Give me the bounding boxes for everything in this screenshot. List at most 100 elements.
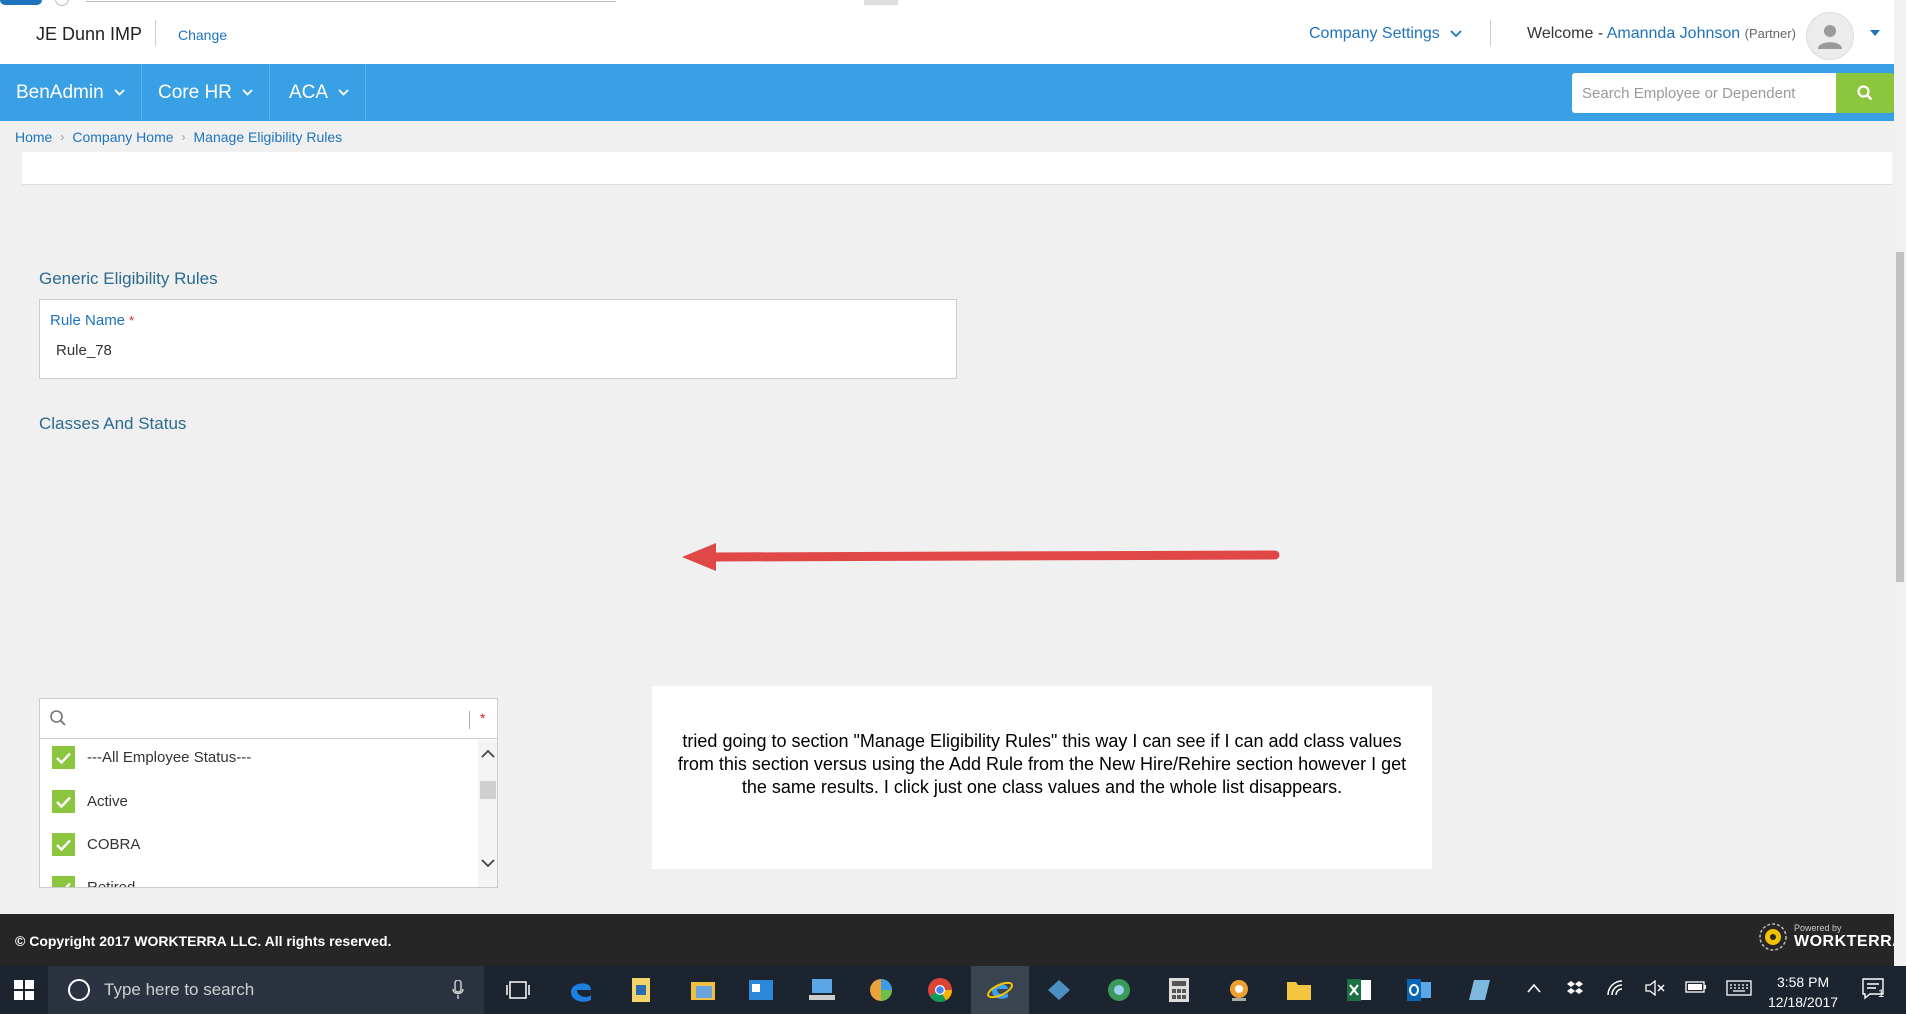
taskbar-clock[interactable]: 3:58 PM 12/18/2017 <box>1768 972 1838 1012</box>
chevron-up-icon[interactable] <box>481 749 495 758</box>
breadcrumb-manage-eligibility-rules[interactable]: Manage Eligibility Rules <box>194 129 343 145</box>
chrome-icon[interactable] <box>924 974 956 1006</box>
chevron-down-icon <box>114 89 125 96</box>
chevron-right-icon: › <box>181 130 186 144</box>
brand-name: WORKTERRA <box>1794 933 1905 950</box>
outlook-icon[interactable] <box>1403 974 1435 1006</box>
clock-time: 3:58 PM <box>1776 974 1830 990</box>
nav-item-core-hr[interactable]: Core HR <box>142 64 270 121</box>
search-button[interactable] <box>1836 73 1894 113</box>
powered-by: Powered by WORKTERRA <box>1758 922 1904 952</box>
browser-tab-edge <box>0 0 42 5</box>
company-settings-menu[interactable]: Company Settings <box>1309 25 1462 43</box>
footer: © Copyright 2017 WORKTERRA LLC. All righ… <box>0 914 1906 966</box>
taskbar-search-placeholder: Type here to search <box>104 980 255 999</box>
taskbar-search[interactable]: Type here to search <box>48 966 484 1014</box>
company-name: JE Dunn IMP <box>36 24 143 44</box>
search-icon <box>1857 85 1873 101</box>
rule-name-box: Rule Name * Rule_78 <box>39 299 957 379</box>
checkbox-checked[interactable] <box>52 746 75 769</box>
nav-item-label: ACA <box>289 81 329 103</box>
list-item-label: Active <box>87 793 128 810</box>
top-panel <box>22 152 1892 185</box>
check-icon <box>57 882 71 887</box>
notification-count: 1 <box>1878 988 1885 1000</box>
clock-date: 12/18/2017 <box>1768 994 1839 1010</box>
list-item[interactable]: COBRA <box>52 833 140 856</box>
avatar[interactable] <box>1806 12 1854 60</box>
rule-name-label-text: Rule Name <box>50 312 126 329</box>
search-icon <box>50 710 66 726</box>
list-item[interactable]: Active <box>52 790 128 813</box>
nav-item-label: Core HR <box>158 81 232 103</box>
annotation-arrow <box>682 543 1280 571</box>
status-search[interactable]: * <box>40 699 497 739</box>
notifications-icon[interactable]: 1 <box>1862 978 1886 1003</box>
keyboard-icon[interactable] <box>1726 980 1752 999</box>
battery-icon[interactable] <box>1685 980 1707 997</box>
check-icon <box>56 752 71 764</box>
media-app-icon[interactable] <box>1223 974 1255 1006</box>
excel-icon[interactable] <box>1343 974 1375 1006</box>
internet-explorer-icon[interactable] <box>984 974 1016 1006</box>
top-header: JE Dunn IMP Change Company Settings Welc… <box>0 0 1906 64</box>
chevron-down-icon <box>1450 30 1462 38</box>
page-scrollbar[interactable] <box>1894 0 1906 966</box>
volume-muted-icon[interactable] <box>1645 979 1665 999</box>
browser-address-strip <box>86 0 616 2</box>
rule-name-input[interactable]: Rule_78 <box>56 342 112 359</box>
folder-icon[interactable] <box>1283 974 1315 1006</box>
nav-item-aca[interactable]: ACA <box>273 64 367 121</box>
network-app-icon[interactable] <box>1103 974 1135 1006</box>
contacts-icon[interactable] <box>745 974 777 1006</box>
page-scroll-thumb[interactable] <box>1896 252 1904 582</box>
list-item-label: ---All Employee Status--- <box>87 749 252 766</box>
list-item[interactable]: ---All Employee Status--- <box>52 746 251 769</box>
workterra-logo-icon <box>1759 923 1787 951</box>
copyright-text: © Copyright 2017 WORKTERRA LLC. All righ… <box>15 933 392 949</box>
dropbox-icon[interactable] <box>1566 980 1584 999</box>
calculator-icon[interactable] <box>1163 974 1195 1006</box>
task-view-icon[interactable] <box>502 974 534 1006</box>
annotation-note: tried going to section "Manage Eligibili… <box>652 686 1432 869</box>
rule-name-label: Rule Name * <box>50 312 134 329</box>
required-mark: * <box>480 710 486 726</box>
cortana-icon <box>68 979 90 1001</box>
remote-desktop-icon[interactable] <box>806 974 838 1006</box>
list-scroll-thumb[interactable] <box>480 781 496 799</box>
checkbox-checked[interactable] <box>52 833 75 856</box>
user-name-link[interactable]: Amannda Johnson <box>1607 25 1740 42</box>
employee-search-input[interactable] <box>1572 73 1836 113</box>
chevron-up-icon[interactable] <box>1527 980 1541 996</box>
nav-item-benadmin[interactable]: BenAdmin <box>0 64 142 121</box>
header-divider <box>155 20 156 46</box>
welcome-prefix: Welcome - <box>1527 25 1604 42</box>
sharepoint-icon[interactable] <box>865 974 897 1006</box>
notes-app-icon[interactable] <box>1463 974 1495 1006</box>
edge-icon[interactable] <box>565 974 597 1006</box>
generic-rules-title: Generic Eligibility Rules <box>39 269 218 288</box>
chevron-down-icon <box>242 89 253 96</box>
list-item[interactable]: Retired <box>52 876 135 887</box>
chevron-right-icon: › <box>60 130 65 144</box>
microphone-icon[interactable] <box>452 980 464 1000</box>
explorer-icon[interactable] <box>687 974 719 1006</box>
chevron-down-icon <box>338 89 349 96</box>
user-icon <box>1818 25 1842 49</box>
windows-start-icon[interactable] <box>14 980 34 1000</box>
powered-by-label: Powered by <box>1794 923 1842 933</box>
caret-down-icon[interactable] <box>1870 30 1880 36</box>
file-icon[interactable] <box>625 974 657 1006</box>
breadcrumb: Home › Company Home › Manage Eligibility… <box>15 129 342 145</box>
chevron-down-icon[interactable] <box>481 859 495 868</box>
browser-refresh-icon[interactable] <box>55 0 69 6</box>
app-icon[interactable] <box>1043 974 1075 1006</box>
breadcrumb-home[interactable]: Home <box>15 129 52 145</box>
wifi-icon[interactable] <box>1607 980 1625 999</box>
checkbox-checked[interactable] <box>52 790 75 813</box>
change-company-link[interactable]: Change <box>178 27 227 43</box>
breadcrumb-company-home[interactable]: Company Home <box>72 129 173 145</box>
welcome-text: Welcome - Amannda Johnson (Partner) <box>1527 25 1796 43</box>
checkbox-checked[interactable] <box>52 876 75 887</box>
classes-status-title: Classes And Status <box>39 414 187 433</box>
